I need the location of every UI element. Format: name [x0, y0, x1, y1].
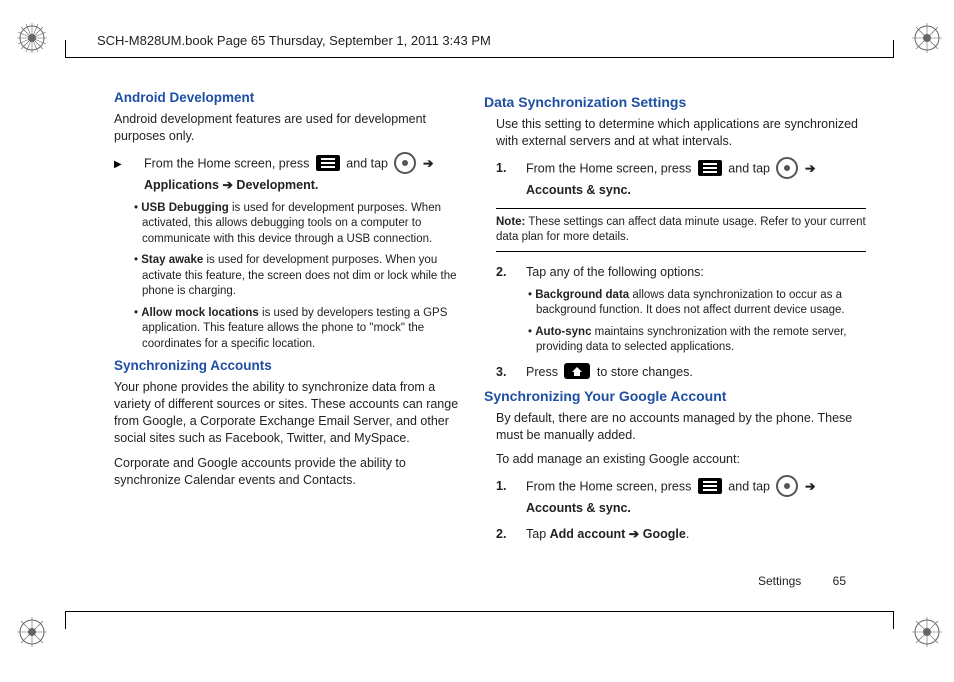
list-item-term: Allow mock locations	[141, 307, 259, 319]
arrow-text: ➔	[805, 480, 815, 494]
procedure-step: 1. From the Home screen, press and tap ➔…	[496, 476, 866, 518]
list-item: USB Debugging is used for development pu…	[142, 201, 466, 248]
note-label: Note:	[496, 216, 525, 228]
list-item: Background data allows data synchronizat…	[536, 288, 866, 319]
list-item: Auto-sync maintains synchronization with…	[536, 325, 866, 356]
step-marker-arrow-icon	[114, 153, 144, 195]
step-number: 2.	[496, 262, 526, 282]
right-column: Data Synchronization Settings Use this s…	[496, 90, 866, 586]
page-header-info: SCH-M828UM.book Page 65 Thursday, Septem…	[97, 33, 491, 48]
crop-mark	[65, 40, 66, 58]
settings-gear-icon	[776, 475, 798, 497]
arrow-text: ➔	[423, 156, 433, 170]
binder-ring-icon	[910, 615, 944, 649]
menu-key-icon	[316, 155, 340, 171]
note-text: These settings can affect data minute us…	[496, 216, 866, 243]
section-heading: Android Development	[114, 90, 466, 105]
list-item: Allow mock locations is used by develope…	[142, 306, 466, 353]
step-bold: Accounts & sync.	[526, 183, 631, 197]
bullet-list: Background data allows data synchronizat…	[496, 288, 866, 356]
left-column: Android Development Android development …	[96, 90, 466, 586]
binder-ring-icon	[15, 21, 49, 55]
step-bold: Accounts & sync.	[526, 501, 631, 515]
footer-page-number: 65	[833, 574, 846, 588]
step-text: and tap	[728, 161, 773, 175]
paragraph: By default, there are no accounts manage…	[496, 410, 866, 444]
page-body: Android Development Android development …	[96, 90, 866, 586]
footer-section: Settings	[758, 574, 801, 588]
step-text: From the Home screen, press	[144, 156, 313, 170]
step-text: Tap any of the following options:	[526, 262, 866, 282]
page-footer: Settings 65	[758, 574, 846, 588]
step-text: and tap	[346, 156, 391, 170]
menu-key-icon	[698, 478, 722, 494]
list-item-term: USB Debugging	[141, 202, 229, 214]
section-heading: Synchronizing Accounts	[114, 358, 466, 373]
step-bold: Add account ➔ Google	[550, 527, 686, 541]
step-number: 1.	[496, 476, 526, 518]
settings-gear-icon	[776, 157, 798, 179]
crop-mark	[65, 57, 894, 58]
procedure-step: 1. From the Home screen, press and tap ➔…	[496, 158, 866, 200]
step-text: Press	[526, 365, 561, 379]
paragraph: To add manage an existing Google account…	[496, 451, 866, 468]
crop-mark	[65, 611, 894, 612]
step-number: 3.	[496, 362, 526, 382]
crop-mark	[893, 40, 894, 58]
list-item-term: Stay awake	[141, 254, 203, 266]
step-bold: Applications ➔ Development.	[144, 178, 318, 192]
step-text: to store changes.	[597, 365, 693, 379]
step-text: Tap	[526, 527, 550, 541]
paragraph: Use this setting to determine which appl…	[496, 116, 866, 150]
menu-key-icon	[698, 160, 722, 176]
step-text: From the Home screen, press	[526, 480, 695, 494]
binder-ring-icon	[15, 615, 49, 649]
procedure-step: 2. Tap Add account ➔ Google.	[496, 524, 866, 544]
paragraph: Corporate and Google accounts provide th…	[114, 455, 466, 489]
step-text: From the Home screen, press	[526, 161, 695, 175]
paragraph: Your phone provides the ability to synch…	[114, 379, 466, 447]
settings-gear-icon	[394, 152, 416, 174]
procedure-step: 2. Tap any of the following options:	[496, 262, 866, 282]
arrow-text: ➔	[805, 161, 815, 175]
list-item: Stay awake is used for development purpo…	[142, 253, 466, 300]
section-heading: Synchronizing Your Google Account	[484, 388, 866, 404]
bullet-list: USB Debugging is used for development pu…	[114, 201, 466, 353]
list-item-term: Auto-sync	[535, 326, 591, 338]
step-number: 1.	[496, 158, 526, 200]
step-text: .	[686, 527, 689, 541]
list-item-term: Background data	[535, 289, 629, 301]
section-heading: Data Synchronization Settings	[484, 94, 866, 110]
step-number: 2.	[496, 524, 526, 544]
note-box: Note: These settings can affect data min…	[496, 208, 866, 252]
home-key-icon	[564, 363, 590, 379]
procedure-step: 3. Press to store changes.	[496, 362, 866, 382]
crop-mark	[65, 611, 66, 629]
binder-ring-icon	[910, 21, 944, 55]
paragraph: Android development features are used fo…	[114, 111, 466, 145]
crop-mark	[893, 611, 894, 629]
step-text: and tap	[728, 480, 773, 494]
procedure-step: From the Home screen, press and tap ➔ Ap…	[114, 153, 466, 195]
